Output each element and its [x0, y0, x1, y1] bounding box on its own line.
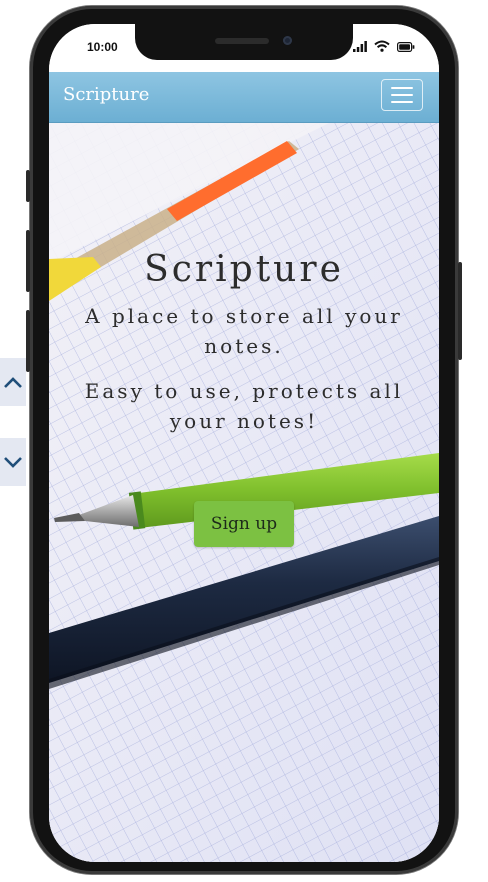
- hamburger-icon-bar: [391, 101, 413, 103]
- hero-subtitle: A place to store all your notes.: [85, 304, 403, 358]
- phone-power-button: [458, 262, 462, 360]
- phone-screen: 10:00 Scripture Scripture A place to sto…: [49, 24, 439, 862]
- navbar-brand[interactable]: Scripture: [63, 84, 149, 105]
- phone-volume-up: [26, 230, 30, 292]
- phone-volume-down: [26, 310, 30, 372]
- hero-title: Scripture: [144, 249, 344, 290]
- front-camera: [283, 36, 292, 45]
- status-icons: [353, 40, 415, 52]
- scroll-up-button[interactable]: [0, 358, 26, 406]
- hamburger-icon-bar: [391, 94, 413, 96]
- navbar: Scripture: [49, 72, 439, 123]
- scroll-down-button[interactable]: [0, 438, 26, 486]
- phone-mute-switch: [26, 170, 30, 202]
- wifi-icon: [374, 40, 390, 52]
- status-time: 10:00: [87, 40, 118, 54]
- hero-section: Scripture A place to store all your note…: [49, 123, 439, 862]
- speaker: [215, 38, 269, 44]
- battery-icon: [397, 42, 415, 52]
- signal-icon: [353, 41, 367, 52]
- hero-tagline: Easy to use, protects all your notes!: [84, 379, 404, 433]
- notch: [135, 24, 353, 60]
- menu-toggle-button[interactable]: [381, 79, 423, 111]
- status-bar: 10:00: [49, 24, 439, 72]
- sign-up-button[interactable]: Sign up: [194, 501, 294, 547]
- chevron-down-icon: [4, 457, 22, 468]
- hero-background-image: [49, 123, 439, 862]
- hamburger-icon-bar: [391, 87, 413, 89]
- chevron-up-icon: [4, 377, 22, 388]
